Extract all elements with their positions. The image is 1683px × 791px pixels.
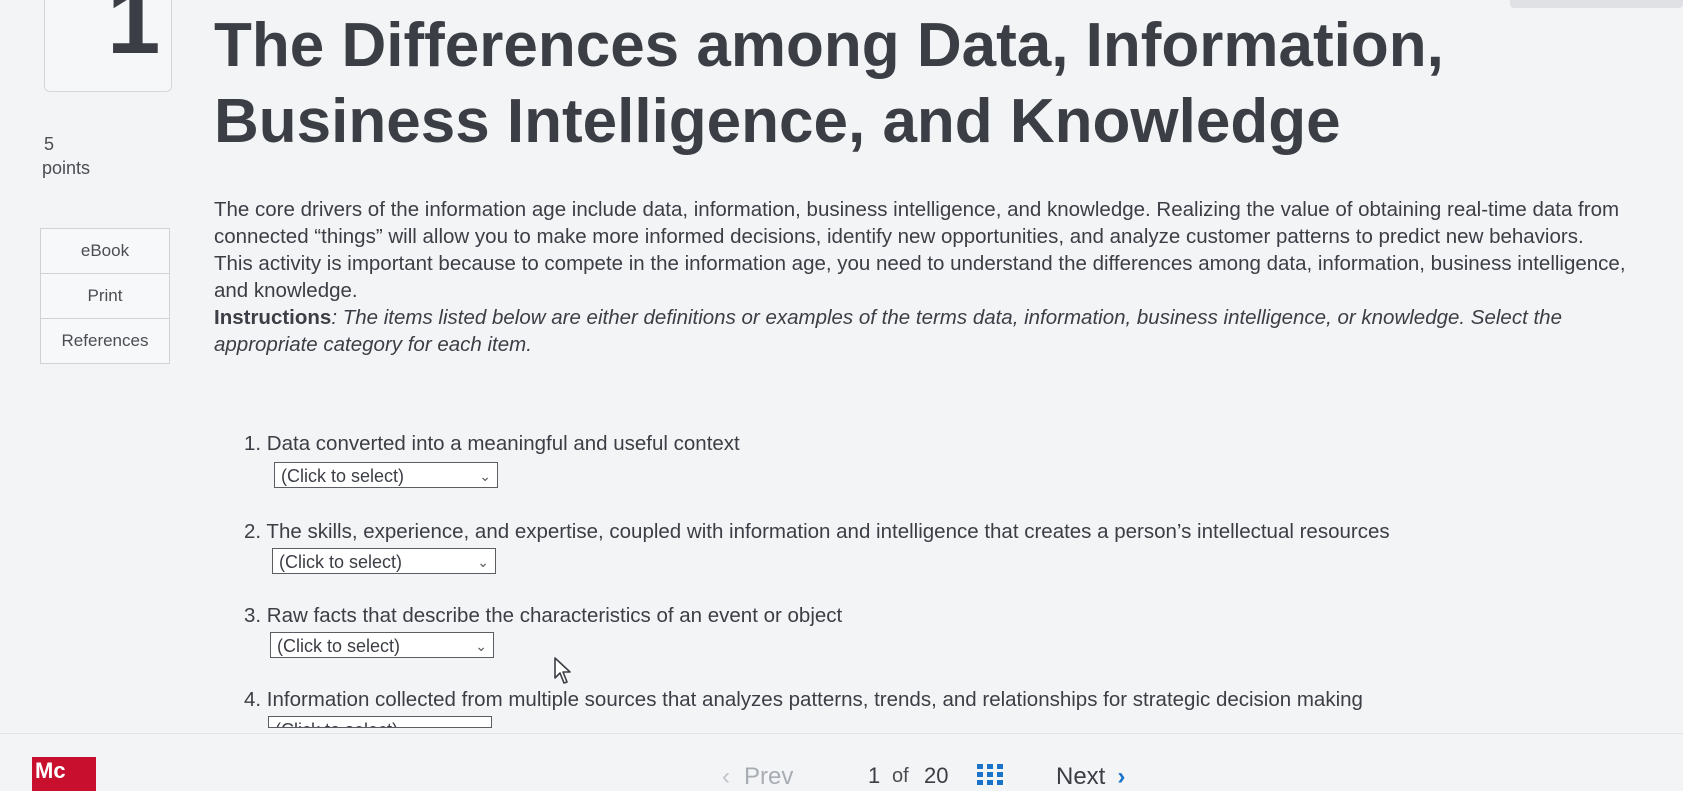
select-value: (Click to select) xyxy=(277,636,401,656)
category-select-1[interactable]: (Click to select) ⌄ xyxy=(274,462,498,488)
resource-tabs: eBook Print References xyxy=(40,228,170,364)
page-of-label: of xyxy=(892,765,909,787)
chevron-left-icon: ‹ xyxy=(722,763,730,790)
intro-paragraph-2: This activity is important because to co… xyxy=(214,252,1626,302)
question-item-3: 3. Raw facts that describe the character… xyxy=(244,604,843,627)
instructions-text: : The items listed below are either defi… xyxy=(214,306,1562,356)
next-label: Next xyxy=(1056,763,1106,790)
chevron-down-icon: ⌄ xyxy=(477,554,489,570)
print-button[interactable]: Print xyxy=(41,274,169,319)
category-select-2[interactable]: (Click to select) ⌄ xyxy=(272,548,496,574)
points-value: 5 xyxy=(44,134,55,154)
category-select-3[interactable]: (Click to select) ⌄ xyxy=(270,632,494,658)
intro-text: The core drivers of the information age … xyxy=(214,196,1634,358)
select-value: (Click to select) xyxy=(281,466,405,486)
select-value: (Click to select) xyxy=(275,720,398,727)
current-page: 1 xyxy=(868,763,881,788)
chevron-down-icon: ⌄ xyxy=(475,638,487,654)
page-title: The Differences among Data, Information,… xyxy=(214,11,1444,156)
chevron-down-icon: ⌄ xyxy=(479,468,491,484)
prev-label: Prev xyxy=(744,763,794,790)
grid-icon[interactable] xyxy=(977,764,1003,786)
footer-divider xyxy=(0,733,1683,734)
category-select-4[interactable]: (Click to select) xyxy=(268,716,492,728)
intro-paragraph-1: The core drivers of the information age … xyxy=(214,198,1620,248)
question-item-1: 1. Data converted into a meaningful and … xyxy=(244,432,740,455)
question-item-2: 2. The skills, experience, and expertise… xyxy=(244,520,1390,543)
references-button[interactable]: References xyxy=(41,319,169,363)
question-number: 1 xyxy=(107,0,161,74)
publisher-logo: Mc xyxy=(32,757,96,791)
top-right-tab xyxy=(1510,0,1683,8)
points-label: points xyxy=(42,158,91,178)
question-item-4: 4. Information collected from multiple s… xyxy=(244,688,1363,711)
total-pages: 20 xyxy=(924,763,949,788)
mouse-cursor-icon xyxy=(554,657,571,684)
instructions-label: Instructions xyxy=(214,306,332,329)
select-value: (Click to select) xyxy=(279,552,403,572)
chevron-right-icon: › xyxy=(1117,763,1126,790)
instructions: Instructions: The items listed below are… xyxy=(214,304,1634,358)
question-number-box: 1 xyxy=(44,0,172,92)
ebook-button[interactable]: eBook xyxy=(41,229,169,274)
